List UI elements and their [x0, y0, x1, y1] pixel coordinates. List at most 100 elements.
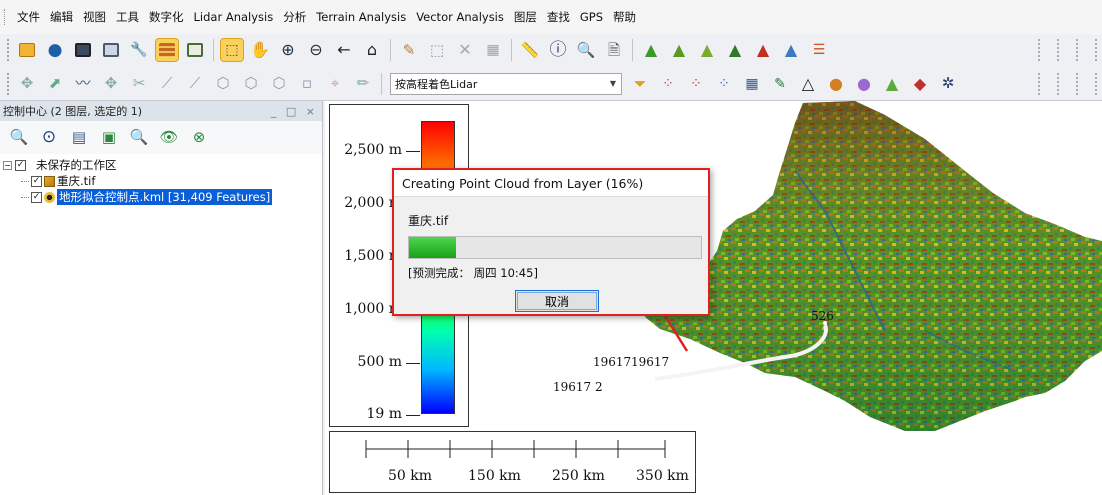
point-cloud-search-icon[interactable]: ⁘: [685, 73, 707, 95]
menu-lidar-analysis[interactable]: Lidar Analysis: [189, 10, 279, 24]
back-arrow-icon[interactable]: ←: [333, 39, 355, 61]
terrain-view-icon[interactable]: ▲: [780, 39, 802, 61]
filter-icon[interactable]: ⏷: [629, 73, 651, 95]
add-layer-icon[interactable]: 🔍: [8, 127, 30, 149]
draw-polygon-icon[interactable]: ⬡: [212, 73, 234, 95]
home-icon[interactable]: ⌂: [361, 39, 383, 61]
legend-tick: [406, 151, 420, 152]
merge-icon[interactable]: ⬡: [268, 73, 290, 95]
split-icon[interactable]: ✂: [128, 73, 150, 95]
more-options-icon[interactable]: ⊙: [38, 127, 60, 149]
layer-stack-icon[interactable]: ◆: [909, 73, 931, 95]
terrain-contour-icon[interactable]: ▲: [668, 39, 690, 61]
edit-line-icon[interactable]: 〰: [72, 73, 94, 95]
menu-search[interactable]: 查找: [542, 9, 575, 25]
triangle-icon[interactable]: △: [797, 73, 819, 95]
attribute-table-icon[interactable]: ▤: [68, 127, 90, 149]
point-cloud-icon[interactable]: ⁘: [657, 73, 679, 95]
edit-points-icon[interactable]: ✎: [769, 73, 791, 95]
ruler-icon[interactable]: 📏: [519, 39, 541, 61]
window-icon[interactable]: [100, 39, 122, 61]
panel-window-controls[interactable]: _ □ ×: [271, 105, 318, 118]
terrain-peaks-icon[interactable]: ▲: [752, 39, 774, 61]
lidar-display-mode-value: 按高程着色Lidar: [395, 77, 478, 91]
layer-row[interactable]: ✓ 地形拟合控制点.kml [31,409 Features]: [3, 189, 322, 205]
menu-view[interactable]: 视图: [78, 9, 111, 25]
move-vertex-icon[interactable]: ✥: [16, 73, 38, 95]
workspace-checkbox[interactable]: ✓: [15, 159, 26, 171]
classify-icon[interactable]: ●: [825, 73, 847, 95]
point-cloud-select-icon[interactable]: ⁘: [713, 73, 735, 95]
pencil-icon[interactable]: ✎: [398, 39, 420, 61]
menu-gps[interactable]: GPS: [575, 10, 608, 24]
layer-name: 重庆.tif: [57, 174, 96, 188]
separator: [213, 39, 214, 61]
zoom-out-icon[interactable]: ⊖: [305, 39, 327, 61]
zoom-in-icon[interactable]: ⊕: [277, 39, 299, 61]
collapse-icon[interactable]: −: [3, 160, 12, 170]
zoom-to-layer-icon[interactable]: 🔍: [128, 127, 150, 149]
cancel-button[interactable]: 取消: [515, 290, 599, 312]
menu-edit[interactable]: 编辑: [45, 9, 78, 25]
menu-help[interactable]: 帮助: [608, 9, 641, 25]
map-frame-icon[interactable]: [184, 39, 206, 61]
table-icon[interactable]: ▦: [482, 39, 504, 61]
map-label: 19617 2: [553, 380, 603, 394]
terrain-region: [645, 101, 1102, 431]
save-icon[interactable]: [72, 39, 94, 61]
terrain-slope-icon[interactable]: ▲: [696, 39, 718, 61]
menu-analysis[interactable]: 分析: [278, 9, 311, 25]
move-feature-icon[interactable]: ✥: [100, 73, 122, 95]
reshape-icon[interactable]: ⬡: [240, 73, 262, 95]
crosshair-icon[interactable]: ⌖: [324, 73, 346, 95]
split-polygon-icon[interactable]: ▫: [296, 73, 318, 95]
legend-label: 500 m: [357, 354, 402, 370]
globe-icon[interactable]: ●: [44, 39, 66, 61]
menu-file[interactable]: 文件: [12, 9, 45, 25]
draw-polyline-icon[interactable]: ⟋: [184, 73, 206, 95]
dialog-file-name: 重庆.tif: [408, 214, 449, 228]
layer-checkbox[interactable]: ✓: [31, 191, 42, 203]
open-folder-icon[interactable]: [16, 39, 38, 61]
remove-layer-icon[interactable]: ⊗: [188, 127, 210, 149]
digitize-arrow-icon[interactable]: ⬈: [44, 73, 66, 95]
terrain-icon[interactable]: ▲: [640, 39, 662, 61]
menu-bar: 文件 编辑 视图 工具 数字化 Lidar Analysis 分析 Terrai…: [0, 0, 1102, 34]
measure-pencil-icon[interactable]: ✏: [352, 73, 374, 95]
workspace-node[interactable]: − ✓ 未保存的工作区: [3, 157, 322, 173]
menu-tools[interactable]: 工具: [111, 9, 144, 25]
menu-layers[interactable]: 图层: [509, 9, 542, 25]
colorize-icon[interactable]: ●: [853, 73, 875, 95]
bug-icon[interactable]: ✲: [937, 73, 959, 95]
terrain-model-icon[interactable]: ▲: [881, 73, 903, 95]
chevron-down-icon[interactable]: ▼: [605, 79, 621, 88]
draw-line-icon[interactable]: ⟋: [156, 73, 178, 95]
layers-panel-icon[interactable]: [155, 38, 179, 62]
menu-terrain-analysis[interactable]: Terrain Analysis: [311, 10, 411, 24]
terrain-shade-icon[interactable]: ▲: [724, 39, 746, 61]
profile-bars-icon[interactable]: ☰: [808, 39, 830, 61]
control-center-panel: 控制中心 (2 图层, 选定的 1) _ □ × 🔍 ⊙ ▤ ▣ 🔍 👁 ⊗ −…: [0, 101, 323, 495]
toolbar-grip[interactable]: [7, 39, 10, 61]
pan-hand-icon[interactable]: ✋: [249, 39, 271, 61]
menu-grip[interactable]: [4, 9, 7, 25]
progress-dialog: Creating Point Cloud from Layer (16%) 重庆…: [392, 168, 710, 316]
select-rectangle-icon[interactable]: ⬚: [426, 39, 448, 61]
menu-digitize[interactable]: 数字化: [144, 9, 189, 25]
delete-x-icon[interactable]: ✕: [454, 39, 476, 61]
info-icon[interactable]: ⓘ: [547, 39, 569, 61]
find-icon[interactable]: 🔍: [575, 39, 597, 61]
toolbar-grip[interactable]: [7, 72, 10, 95]
layer-row[interactable]: ✓ 重庆.tif: [3, 173, 322, 189]
lidar-display-mode-select[interactable]: 按高程着色Lidar ▼: [390, 72, 622, 95]
toolbar-overflow: [1026, 39, 1102, 61]
grid-points-icon[interactable]: ▦: [741, 73, 763, 95]
layer-checkbox[interactable]: ✓: [31, 175, 42, 187]
show-layer-icon[interactable]: 👁: [158, 127, 180, 149]
panel-header: 控制中心 (2 图层, 选定的 1) _ □ ×: [0, 101, 322, 121]
layer-properties-icon[interactable]: ▣: [98, 127, 120, 149]
select-tool-icon[interactable]: ⬚: [220, 38, 244, 62]
document-settings-icon[interactable]: 🗎: [603, 39, 625, 61]
wrench-icon[interactable]: 🔧: [128, 39, 150, 61]
menu-vector-analysis[interactable]: Vector Analysis: [411, 10, 509, 24]
